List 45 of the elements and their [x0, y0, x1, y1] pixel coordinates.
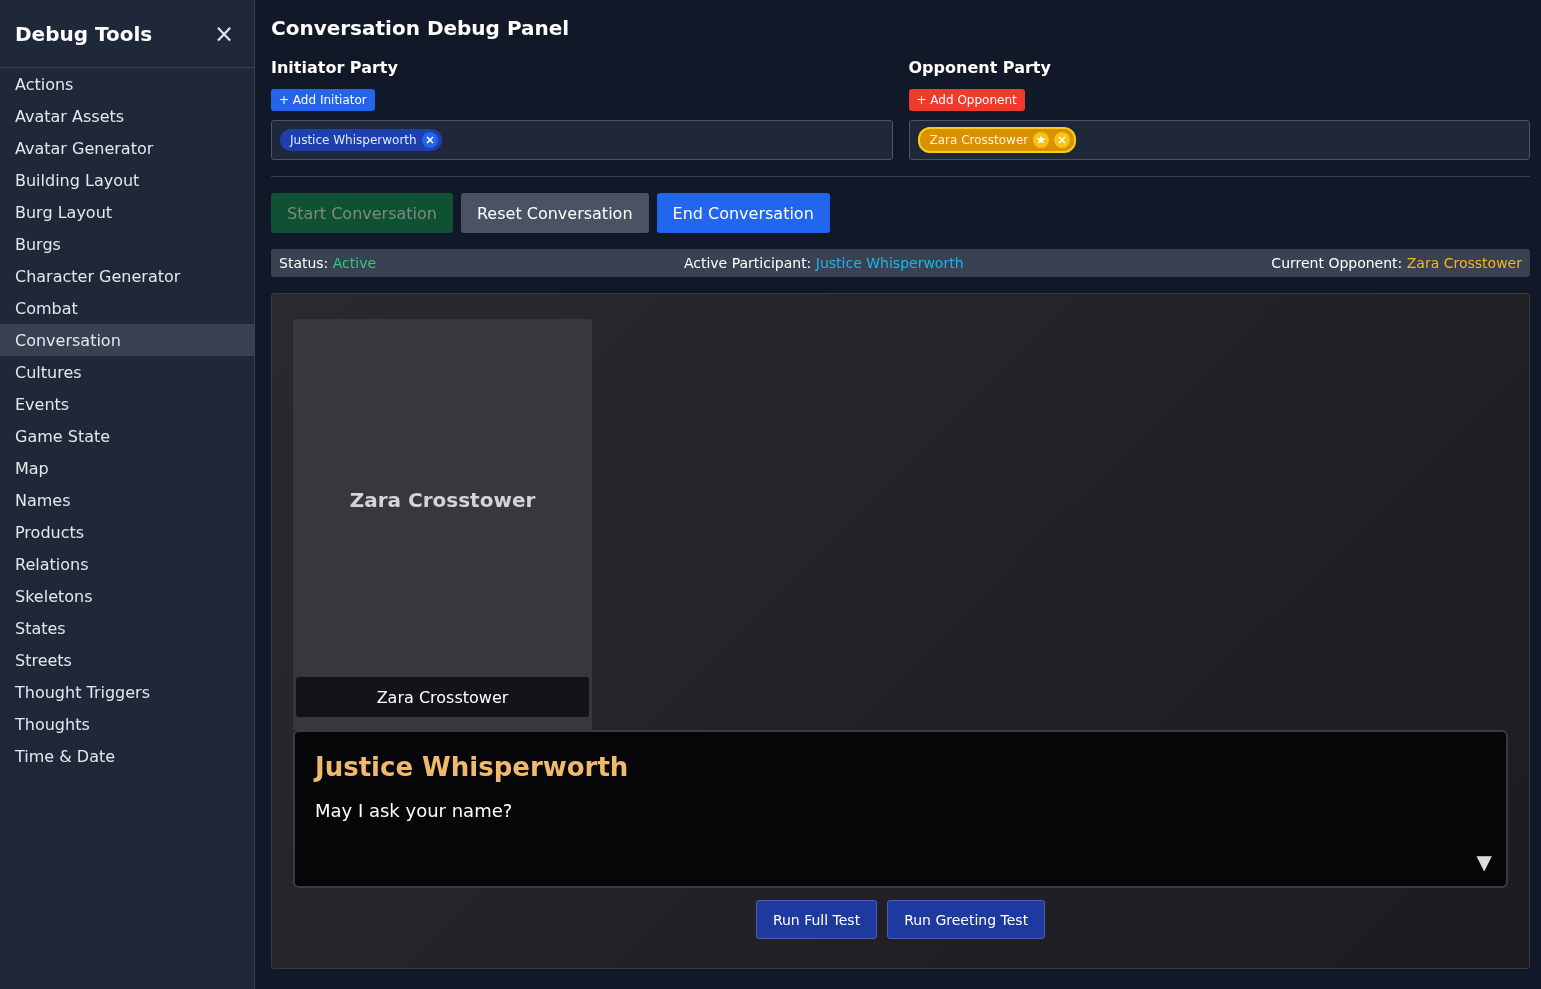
sidebar-item[interactable]: Thoughts [0, 708, 254, 740]
sidebar-item[interactable]: Events [0, 388, 254, 420]
sidebar-item[interactable]: Streets [0, 644, 254, 676]
sidebar-item[interactable]: Products [0, 516, 254, 548]
sidebar-item[interactable]: States [0, 612, 254, 644]
test-button[interactable]: Run Greeting Test [887, 900, 1046, 939]
party-title: Opponent Party [908, 58, 1052, 77]
sidebar-item[interactable]: Character Generator [0, 260, 254, 292]
portrait-name: Zara Crosstower [349, 487, 536, 512]
sidebar-item[interactable]: Map [0, 452, 254, 484]
sidebar-item[interactable]: Burg Layout [0, 196, 254, 228]
sidebar-item[interactable]: Avatar Assets [0, 100, 254, 132]
continue-indicator[interactable]: ▼ [1476, 850, 1492, 874]
party-title: Initiator Party [271, 58, 399, 77]
add-button[interactable]: + Add Opponent [908, 89, 1025, 111]
sidebar-item[interactable]: Actions [0, 68, 254, 100]
sidebar-item[interactable]: Thought Triggers [0, 676, 254, 708]
add-button[interactable]: + Add Initiator [271, 89, 375, 111]
sidebar-item[interactable]: Game State [0, 420, 254, 452]
nameplate: Zara Crosstower [296, 677, 589, 717]
status-text: Status: Active [279, 255, 377, 271]
sidebar-item[interactable]: Skeletons [0, 580, 254, 612]
sidebar-item[interactable]: Building Layout [0, 164, 254, 196]
conversation-button[interactable]: End Conversation [656, 193, 830, 233]
participant-chip: Zara Crosstower [917, 127, 1077, 153]
speaker-name: Justice Whisperworth [315, 752, 630, 782]
test-button[interactable]: Run Full Test [755, 900, 878, 939]
sidebar-item[interactable]: Names [0, 484, 254, 516]
dialogue-text: May I ask your name? [315, 800, 514, 821]
participant-chip: Justice Whisperworth [280, 129, 442, 151]
participant-text: Active Participant: Justice Whisperworth [683, 255, 964, 271]
party-field[interactable]: Justice Whisperworth [271, 120, 893, 160]
panel-title: Conversation Debug Panel [271, 16, 571, 40]
sidebar-item[interactable]: Relations [0, 548, 254, 580]
sidebar-item[interactable]: Cultures [0, 356, 254, 388]
opponent-text: Current Opponent: Zara Crosstower [1271, 255, 1522, 271]
sidebar-item[interactable]: Burgs [0, 228, 254, 260]
close-button[interactable]: × [213, 21, 234, 46]
sidebar-item[interactable]: Combat [0, 292, 254, 324]
conversation-button[interactable]: Reset Conversation [460, 193, 649, 233]
remove-icon[interactable] [421, 132, 438, 148]
sidebar-item[interactable]: Conversation [0, 324, 254, 356]
sidebar-item[interactable]: Avatar Generator [0, 132, 254, 164]
sidebar-title: Debug Tools [15, 21, 153, 46]
sidebar-item[interactable]: Time & Date [0, 740, 254, 772]
